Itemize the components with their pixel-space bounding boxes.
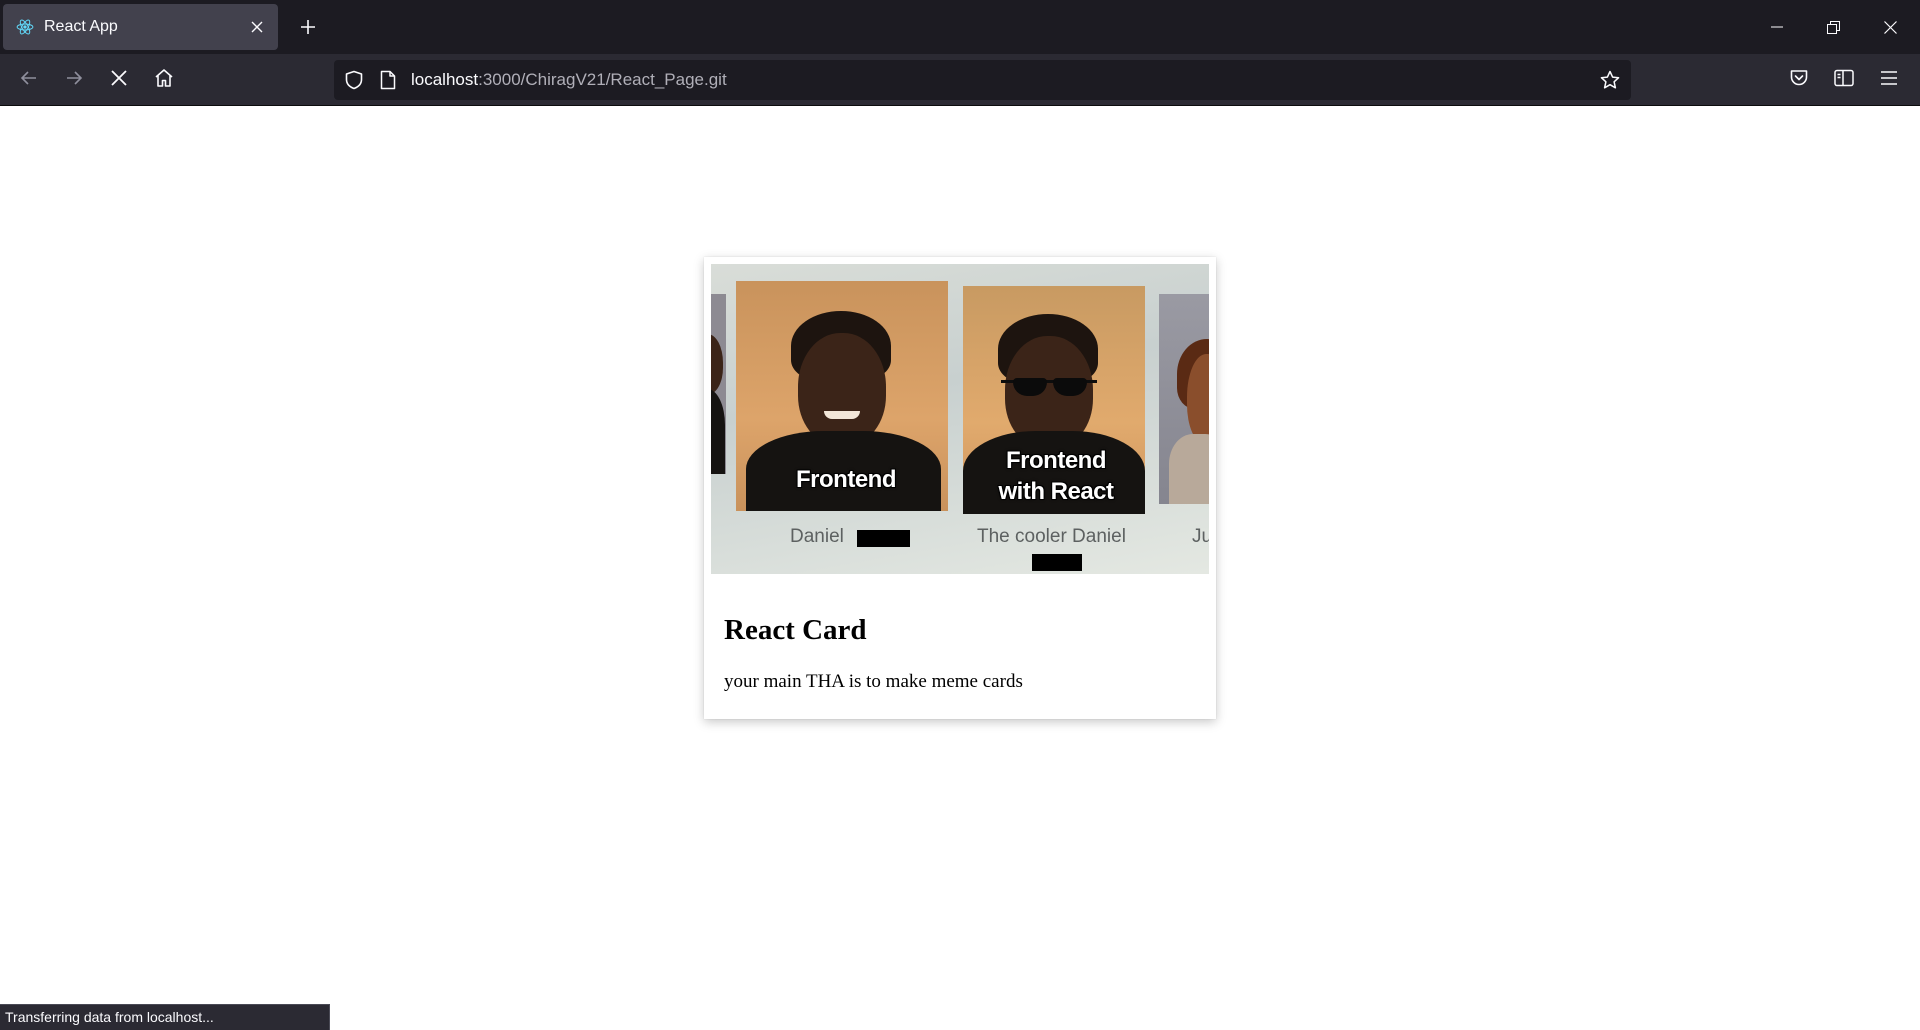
yearbook-name-right: The cooler Daniel bbox=[977, 526, 1126, 547]
new-tab-button[interactable] bbox=[293, 12, 323, 42]
hamburger-menu-icon bbox=[1880, 70, 1898, 91]
app-menu-button[interactable] bbox=[1871, 62, 1907, 98]
meme-caption-right-line2: with React bbox=[998, 478, 1114, 505]
react-logo-icon bbox=[15, 17, 35, 37]
yearbook-name-left: Daniel bbox=[790, 526, 844, 547]
tab-close-icon[interactable] bbox=[246, 16, 268, 38]
page-info-icon[interactable] bbox=[376, 68, 400, 92]
redaction-bar-left bbox=[857, 530, 910, 547]
meme-caption-right-line1: Frontend bbox=[1006, 447, 1106, 474]
meme-caption-right: Frontend with React bbox=[961, 445, 1151, 507]
back-button[interactable] bbox=[11, 62, 47, 98]
arrow-right-icon bbox=[65, 69, 83, 92]
meme-card: Frontend Frontend with React Daniel The … bbox=[704, 257, 1216, 719]
url-host: localhost bbox=[411, 70, 479, 89]
tab-strip: React App bbox=[0, 0, 1920, 54]
tracking-protection-shield-icon[interactable] bbox=[342, 68, 366, 92]
tab-react-app[interactable]: React App bbox=[3, 4, 278, 50]
forward-button[interactable] bbox=[56, 62, 92, 98]
arrow-left-icon bbox=[20, 69, 38, 92]
status-bar: Transferring data from localhost... bbox=[0, 1004, 330, 1030]
meme-caption-left: Frontend bbox=[796, 466, 896, 493]
close-window-button[interactable] bbox=[1862, 0, 1919, 54]
pocket-icon bbox=[1789, 68, 1809, 93]
meme-image: Frontend Frontend with React Daniel The … bbox=[711, 264, 1209, 574]
stop-loading-button[interactable] bbox=[101, 62, 137, 98]
card-title: React Card bbox=[724, 614, 867, 646]
url-path: :3000/ChiragV21/React_Page.git bbox=[478, 70, 727, 89]
address-bar[interactable]: localhost:3000/ChiragV21/React_Page.git bbox=[334, 60, 1631, 100]
redaction-bar-right bbox=[1032, 554, 1082, 571]
url-text[interactable]: localhost:3000/ChiragV21/React_Page.git bbox=[411, 70, 727, 90]
home-button[interactable] bbox=[146, 62, 182, 98]
card-text: your main THA is to make meme cards bbox=[724, 671, 1023, 692]
yearbook-photo-edge-left bbox=[711, 294, 726, 474]
yearbook-name-edge: Ju bbox=[1192, 526, 1209, 547]
bookmark-star-icon[interactable] bbox=[1597, 67, 1623, 93]
yearbook-photo-edge-right bbox=[1159, 294, 1209, 504]
sidebar-icon bbox=[1834, 69, 1854, 92]
restore-window-button[interactable] bbox=[1805, 0, 1862, 54]
home-icon bbox=[154, 68, 174, 93]
sunglasses bbox=[1001, 376, 1097, 396]
tab-title: React App bbox=[44, 18, 118, 35]
stop-x-icon bbox=[111, 69, 127, 91]
sidebar-toggle-button[interactable] bbox=[1826, 62, 1862, 98]
minimize-window-button[interactable] bbox=[1748, 0, 1805, 54]
navigation-toolbar: localhost:3000/ChiragV21/React_Page.git bbox=[0, 54, 1920, 106]
pocket-button[interactable] bbox=[1781, 62, 1817, 98]
